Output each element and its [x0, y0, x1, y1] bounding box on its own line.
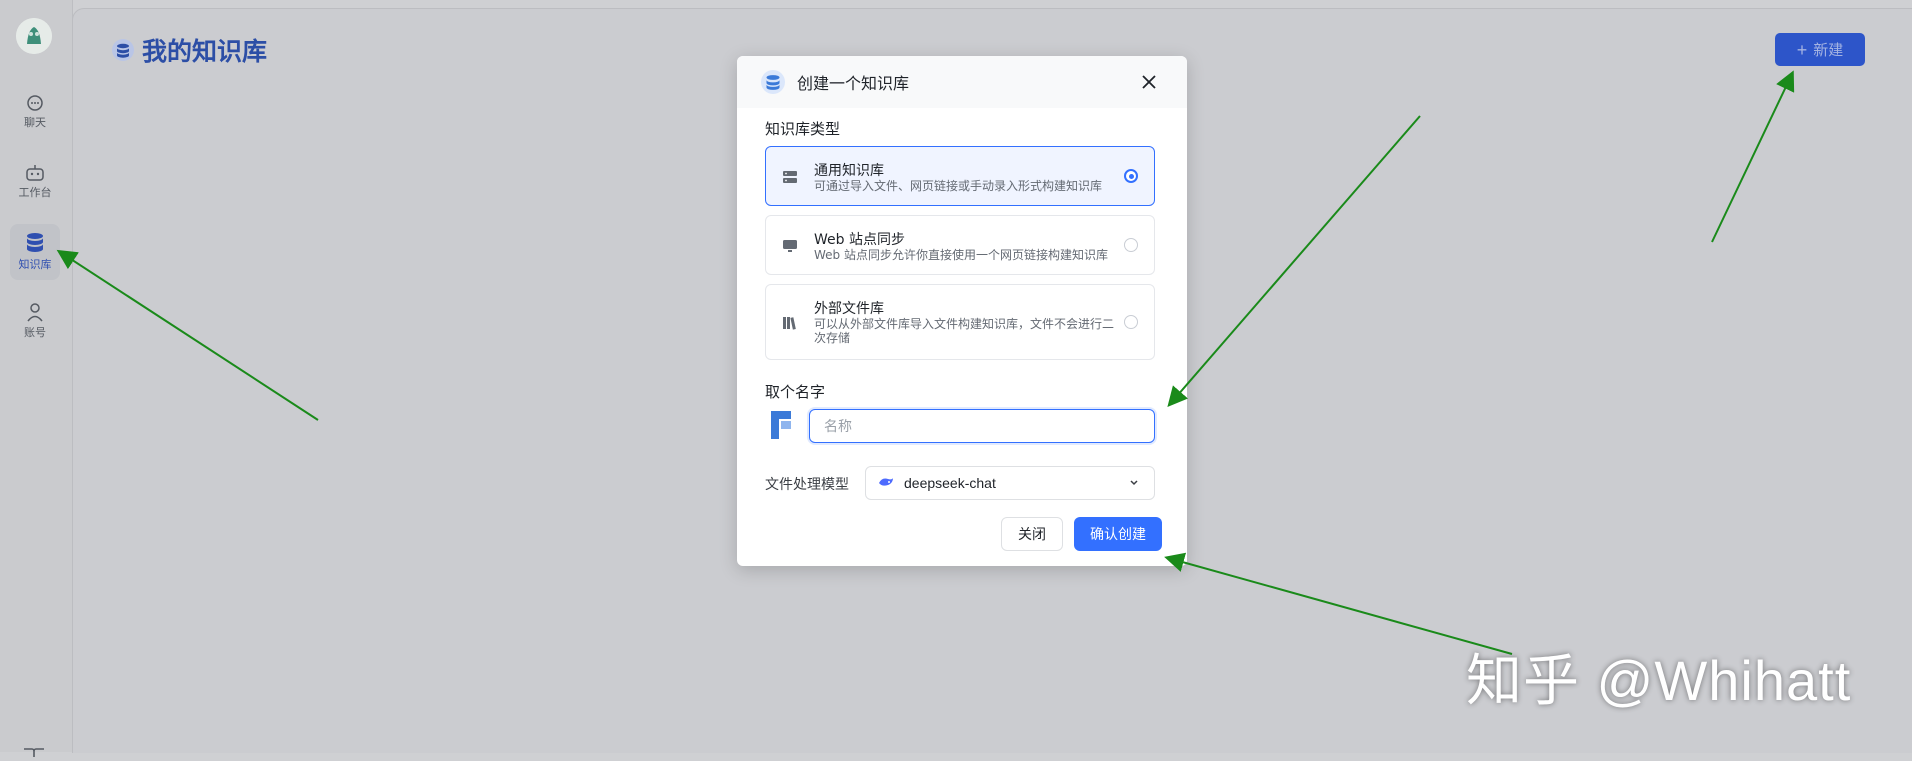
type-label: 知识库类型 [765, 120, 841, 138]
kb-avatar-icon[interactable] [767, 407, 795, 443]
create-knowledge-base-dialog: 创建一个知识库 知识库类型 通用知识库 可通过导入文件、网页链接或手动录入形式构… [737, 56, 1187, 566]
sidebar: 聊天 工作台 知识库 账号 [0, 0, 73, 757]
sidebar-item-label: 工作台 [18, 186, 52, 199]
model-value: deepseek-chat [904, 475, 996, 491]
chevron-down-icon [1130, 480, 1138, 486]
sidebar-item-label: 聊天 [24, 116, 46, 129]
monitor-icon [783, 240, 797, 252]
database-icon [761, 70, 785, 94]
option-desc: 可以从外部文件库导入文件构建知识库，文件不会进行二次存储 [814, 317, 1115, 345]
plus-icon: + [1796, 39, 1808, 60]
option-title: 通用知识库 [814, 163, 884, 179]
name-label: 取个名字 [765, 383, 826, 401]
page-title: 我的知识库 [112, 32, 267, 68]
option-web-sync[interactable]: Web 站点同步 Web 站点同步允许你直接使用一个网页链接构建知识库 [765, 215, 1155, 275]
sidebar-item-knowledge-base[interactable]: 知识库 [10, 224, 60, 280]
option-general-kb[interactable]: 通用知识库 可通过导入文件、网页链接或手动录入形式构建知识库 [765, 146, 1155, 206]
model-select[interactable]: deepseek-chat [865, 466, 1155, 500]
option-desc: Web 站点同步允许你直接使用一个网页链接构建知识库 [814, 248, 1108, 262]
sidebar-item-account[interactable]: 账号 [10, 294, 60, 350]
app-logo[interactable] [16, 18, 52, 54]
chat-icon [27, 95, 43, 111]
sidebar-item-workbench[interactable]: 工作台 [10, 156, 60, 212]
database-icon [112, 39, 134, 61]
database-icon [27, 233, 43, 252]
robot-icon [26, 165, 44, 181]
books-icon [783, 317, 796, 330]
model-label: 文件处理模型 [765, 477, 849, 493]
radio-selected[interactable] [1124, 169, 1138, 183]
new-knowledge-base-button[interactable]: + 新建 [1775, 33, 1865, 66]
option-external-files[interactable]: 外部文件库 可以从外部文件库导入文件构建知识库，文件不会进行二次存储 [765, 284, 1155, 360]
sidebar-item-label: 账号 [24, 326, 46, 339]
option-title: 外部文件库 [814, 301, 884, 317]
dialog-header: 创建一个知识库 [737, 56, 1187, 108]
sidebar-item-label: 知识库 [18, 258, 52, 271]
option-title: Web 站点同步 [814, 232, 905, 248]
dialog-title: 创建一个知识库 [797, 74, 910, 93]
close-icon[interactable] [1139, 72, 1159, 92]
option-desc: 可通过导入文件、网页链接或手动录入形式构建知识库 [814, 179, 1103, 193]
sidebar-item-chat[interactable]: 聊天 [10, 86, 60, 142]
name-input[interactable] [809, 409, 1155, 443]
watermark-text: 知乎 @Whihatt [1466, 649, 1852, 712]
user-icon [27, 303, 43, 322]
new-button-label: 新建 [1813, 42, 1844, 59]
page-title-text: 我的知识库 [142, 37, 268, 66]
close-button[interactable]: 关闭 [1001, 517, 1063, 551]
radio-unselected[interactable] [1124, 315, 1138, 329]
radio-unselected[interactable] [1124, 238, 1138, 252]
confirm-create-button[interactable]: 确认创建 [1074, 517, 1162, 551]
deepseek-logo-icon [879, 478, 893, 486]
server-icon [783, 171, 797, 183]
